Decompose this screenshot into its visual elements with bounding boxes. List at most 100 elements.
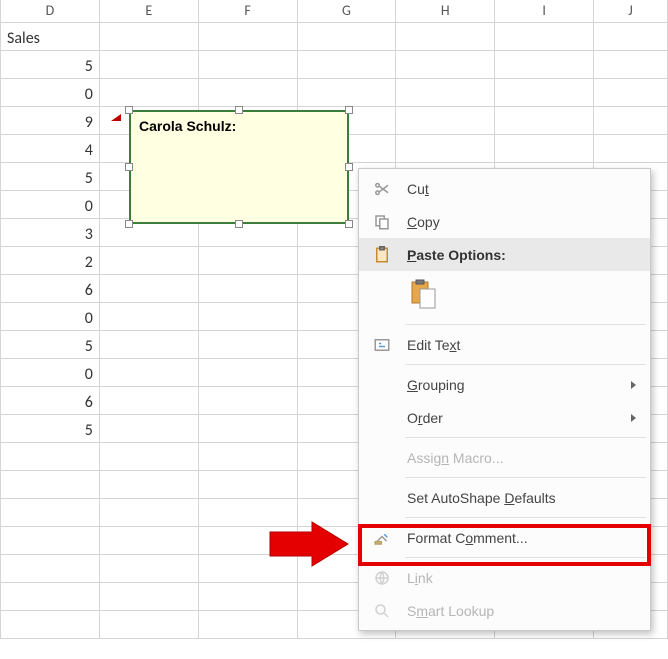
col-header[interactable]: J	[594, 0, 668, 22]
cell[interactable]	[99, 582, 198, 610]
resize-handle[interactable]	[345, 220, 353, 228]
cell[interactable]	[99, 554, 198, 582]
cell[interactable]	[594, 106, 668, 134]
cell[interactable]: Sales	[1, 22, 100, 50]
cell[interactable]: 5	[1, 330, 100, 358]
cell[interactable]: 9	[1, 106, 100, 134]
cell[interactable]	[99, 302, 198, 330]
resize-handle[interactable]	[125, 220, 133, 228]
cell[interactable]	[594, 78, 668, 106]
cell[interactable]	[1, 498, 100, 526]
cell[interactable]	[198, 498, 297, 526]
cell[interactable]: 5	[1, 414, 100, 442]
cell[interactable]	[396, 106, 495, 134]
cell[interactable]	[1, 526, 100, 554]
resize-handle[interactable]	[235, 220, 243, 228]
cell[interactable]: 6	[1, 274, 100, 302]
menu-label: Smart Lookup	[407, 603, 494, 619]
cell[interactable]	[1, 610, 100, 638]
cell[interactable]	[495, 134, 594, 162]
cell[interactable]	[198, 470, 297, 498]
col-header[interactable]: F	[198, 0, 297, 22]
col-header[interactable]: E	[99, 0, 198, 22]
cell[interactable]	[594, 22, 668, 50]
cell[interactable]	[99, 330, 198, 358]
cell[interactable]: 5	[1, 162, 100, 190]
cell[interactable]	[198, 246, 297, 274]
menu-separator	[405, 517, 646, 518]
cell[interactable]: 4	[1, 134, 100, 162]
cell[interactable]	[198, 554, 297, 582]
cell[interactable]: 6	[1, 386, 100, 414]
cell[interactable]	[198, 526, 297, 554]
col-header[interactable]: H	[396, 0, 495, 22]
menu-copy[interactable]: Copy	[359, 205, 650, 238]
cell[interactable]	[99, 358, 198, 386]
cell[interactable]	[99, 22, 198, 50]
cell[interactable]	[99, 470, 198, 498]
cell[interactable]	[396, 50, 495, 78]
cell[interactable]	[396, 134, 495, 162]
cell[interactable]	[1, 554, 100, 582]
cell[interactable]	[198, 386, 297, 414]
cell[interactable]	[198, 22, 297, 50]
cell[interactable]: 0	[1, 78, 100, 106]
cell[interactable]	[198, 330, 297, 358]
cell[interactable]	[495, 78, 594, 106]
cell[interactable]: 0	[1, 358, 100, 386]
cell[interactable]	[198, 414, 297, 442]
cell[interactable]	[198, 610, 297, 638]
cell[interactable]: 2	[1, 246, 100, 274]
col-header[interactable]: I	[495, 0, 594, 22]
cell[interactable]	[594, 50, 668, 78]
cell[interactable]	[495, 22, 594, 50]
link-icon	[370, 569, 394, 587]
col-header[interactable]: G	[297, 0, 396, 22]
cell[interactable]	[99, 442, 198, 470]
cell[interactable]	[198, 358, 297, 386]
cell[interactable]	[297, 22, 396, 50]
cell[interactable]	[495, 50, 594, 78]
cell[interactable]	[396, 78, 495, 106]
cell[interactable]	[99, 386, 198, 414]
cell[interactable]	[99, 526, 198, 554]
cell[interactable]	[297, 50, 396, 78]
cell[interactable]	[495, 106, 594, 134]
menu-format-comment[interactable]: Format Comment...	[359, 521, 650, 554]
cell[interactable]	[99, 610, 198, 638]
resize-handle[interactable]	[125, 106, 133, 114]
menu-label: Assign Macro...	[407, 450, 504, 466]
menu-grouping[interactable]: Grouping	[359, 368, 650, 401]
cell[interactable]	[99, 246, 198, 274]
cell[interactable]	[198, 50, 297, 78]
cell[interactable]: 5	[1, 50, 100, 78]
cell[interactable]	[594, 134, 668, 162]
cell[interactable]	[198, 274, 297, 302]
menu-edit-text[interactable]: Edit Text	[359, 328, 650, 361]
menu-paste-options[interactable]: Paste Options:	[359, 238, 650, 271]
col-header[interactable]: D	[1, 0, 100, 22]
cell[interactable]	[1, 442, 100, 470]
cell[interactable]	[198, 302, 297, 330]
cell[interactable]: 3	[1, 218, 100, 246]
resize-handle[interactable]	[345, 163, 353, 171]
menu-order[interactable]: Order	[359, 401, 650, 434]
cell[interactable]	[396, 22, 495, 50]
cell[interactable]	[99, 414, 198, 442]
cell[interactable]	[1, 470, 100, 498]
cell[interactable]	[198, 582, 297, 610]
cell[interactable]	[198, 442, 297, 470]
cell[interactable]: 0	[1, 190, 100, 218]
paste-option-button[interactable]	[407, 275, 441, 315]
cell[interactable]	[99, 274, 198, 302]
cell[interactable]	[99, 498, 198, 526]
menu-set-autoshape-defaults[interactable]: Set AutoShape Defaults	[359, 481, 650, 514]
cell[interactable]	[1, 582, 100, 610]
comment-box[interactable]: Carola Schulz:	[121, 102, 357, 232]
resize-handle[interactable]	[125, 163, 133, 171]
cell[interactable]	[99, 50, 198, 78]
resize-handle[interactable]	[235, 106, 243, 114]
resize-handle[interactable]	[345, 106, 353, 114]
cell[interactable]: 0	[1, 302, 100, 330]
menu-cut[interactable]: Cut	[359, 172, 650, 205]
